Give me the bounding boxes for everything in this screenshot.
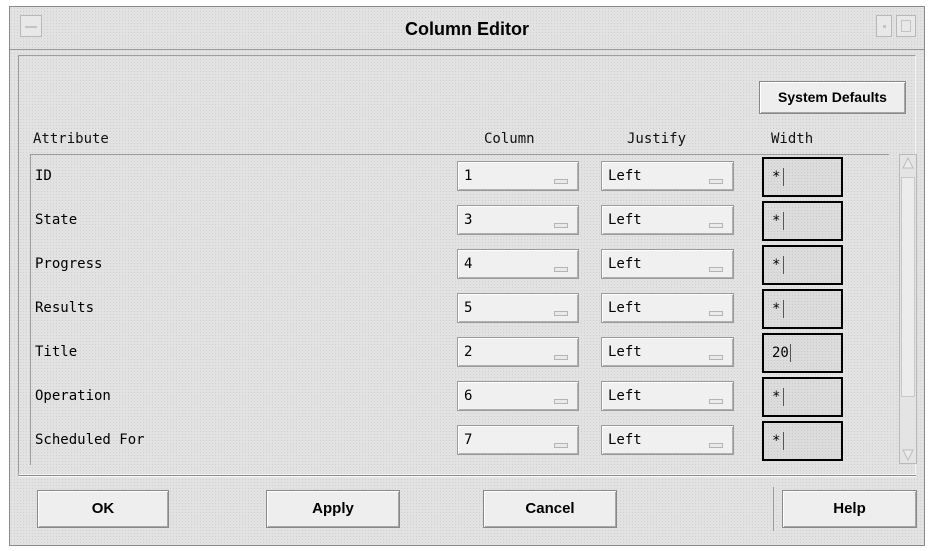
- text-cursor: [783, 432, 784, 450]
- width-value: *: [772, 433, 781, 449]
- attribute-label: Title: [35, 344, 78, 360]
- justify-value: Left: [608, 388, 642, 404]
- apply-button[interactable]: Apply: [266, 490, 400, 528]
- option-menu-indicator-icon: [554, 179, 568, 184]
- width-value: 20: [772, 345, 789, 361]
- column-value: 4: [464, 256, 473, 272]
- width-field[interactable]: *: [762, 421, 843, 461]
- attribute-header: Attribute: [33, 131, 109, 147]
- column-value: 3: [464, 212, 473, 228]
- justify-select[interactable]: Left: [601, 425, 734, 455]
- justify-select[interactable]: Left: [601, 161, 734, 191]
- text-cursor: [783, 168, 784, 186]
- column-editor-window: Column Editor System Defaults Attribute …: [9, 6, 925, 546]
- width-value: *: [772, 389, 781, 405]
- attribute-row: State 3 Left *: [31, 199, 889, 243]
- width-field[interactable]: *: [762, 157, 843, 197]
- vertical-scrollbar[interactable]: [899, 154, 917, 464]
- option-menu-indicator-icon: [554, 223, 568, 228]
- text-cursor: [783, 300, 784, 318]
- attribute-row: Progress 4 Left *: [31, 243, 889, 287]
- attribute-row: Title 2 Left 20: [31, 331, 889, 375]
- column-select[interactable]: 6: [457, 381, 579, 411]
- justify-value: Left: [608, 432, 642, 448]
- option-menu-indicator-icon: [554, 267, 568, 272]
- justify-select[interactable]: Left: [601, 381, 734, 411]
- text-cursor: [783, 388, 784, 406]
- attribute-label: Results: [35, 300, 95, 316]
- column-select[interactable]: 1: [457, 161, 579, 191]
- button-bar-separator: [18, 475, 916, 477]
- text-cursor: [783, 212, 784, 230]
- column-select[interactable]: 4: [457, 249, 579, 279]
- justify-value: Left: [608, 212, 642, 228]
- width-value: *: [772, 213, 781, 229]
- width-field[interactable]: *: [762, 289, 843, 329]
- column-value: 2: [464, 344, 473, 360]
- scroll-down-arrow-icon[interactable]: [902, 449, 914, 461]
- attribute-row: Results 5 Left *: [31, 287, 889, 331]
- attribute-row: Operation 6 Left *: [31, 375, 889, 419]
- justify-select[interactable]: Left: [601, 293, 734, 323]
- justify-value: Left: [608, 168, 642, 184]
- cancel-button[interactable]: Cancel: [483, 490, 617, 528]
- text-cursor: [783, 256, 784, 274]
- justify-select[interactable]: Left: [601, 205, 734, 235]
- justify-select[interactable]: Left: [601, 249, 734, 279]
- column-value: 6: [464, 388, 473, 404]
- option-menu-indicator-icon: [709, 179, 723, 184]
- system-defaults-button[interactable]: System Defaults: [759, 81, 906, 114]
- justify-header: Justify: [627, 131, 687, 147]
- option-menu-indicator-icon: [554, 399, 568, 404]
- ok-button[interactable]: OK: [37, 490, 169, 528]
- attribute-list: ID 1 Left * State 3 Left * Progress 4 Le…: [30, 154, 889, 465]
- width-value: *: [772, 169, 781, 185]
- width-field[interactable]: *: [762, 201, 843, 241]
- maximize-icon[interactable]: [896, 15, 916, 37]
- option-menu-indicator-icon: [709, 223, 723, 228]
- column-select[interactable]: 7: [457, 425, 579, 455]
- justify-select[interactable]: Left: [601, 337, 734, 367]
- width-value: *: [772, 301, 781, 317]
- column-value: 1: [464, 168, 473, 184]
- column-header: Column: [484, 131, 535, 147]
- attribute-label: State: [35, 212, 78, 228]
- minimize-icon[interactable]: [876, 15, 892, 37]
- column-select[interactable]: 5: [457, 293, 579, 323]
- window-title: Column Editor: [405, 19, 529, 39]
- width-header: Width: [771, 131, 814, 147]
- width-value: *: [772, 257, 781, 273]
- justify-value: Left: [608, 256, 642, 272]
- option-menu-indicator-icon: [554, 311, 568, 316]
- option-menu-indicator-icon: [709, 355, 723, 360]
- text-cursor: [790, 344, 791, 362]
- justify-value: Left: [608, 344, 642, 360]
- option-menu-indicator-icon: [709, 443, 723, 448]
- attribute-label: ID: [35, 168, 52, 184]
- option-menu-indicator-icon: [554, 355, 568, 360]
- attribute-label: Progress: [35, 256, 103, 272]
- justify-value: Left: [608, 300, 642, 316]
- column-value: 5: [464, 300, 473, 316]
- width-field[interactable]: *: [762, 245, 843, 285]
- option-menu-indicator-icon: [709, 399, 723, 404]
- column-select[interactable]: 2: [457, 337, 579, 367]
- column-value: 7: [464, 432, 473, 448]
- option-menu-indicator-icon: [709, 267, 723, 272]
- title-bar[interactable]: Column Editor: [10, 7, 924, 50]
- column-select[interactable]: 3: [457, 205, 579, 235]
- attribute-label: Scheduled For: [35, 432, 145, 448]
- attribute-label: Operation: [35, 388, 111, 404]
- scrollbar-thumb[interactable]: [901, 177, 915, 397]
- scroll-up-arrow-icon[interactable]: [902, 157, 914, 169]
- width-field[interactable]: *: [762, 377, 843, 417]
- attribute-row: Scheduled For 7 Left *: [31, 419, 889, 463]
- width-field[interactable]: 20: [762, 333, 843, 373]
- help-button[interactable]: Help: [773, 487, 917, 531]
- attribute-row: ID 1 Left *: [31, 155, 889, 199]
- option-menu-indicator-icon: [554, 443, 568, 448]
- option-menu-indicator-icon: [709, 311, 723, 316]
